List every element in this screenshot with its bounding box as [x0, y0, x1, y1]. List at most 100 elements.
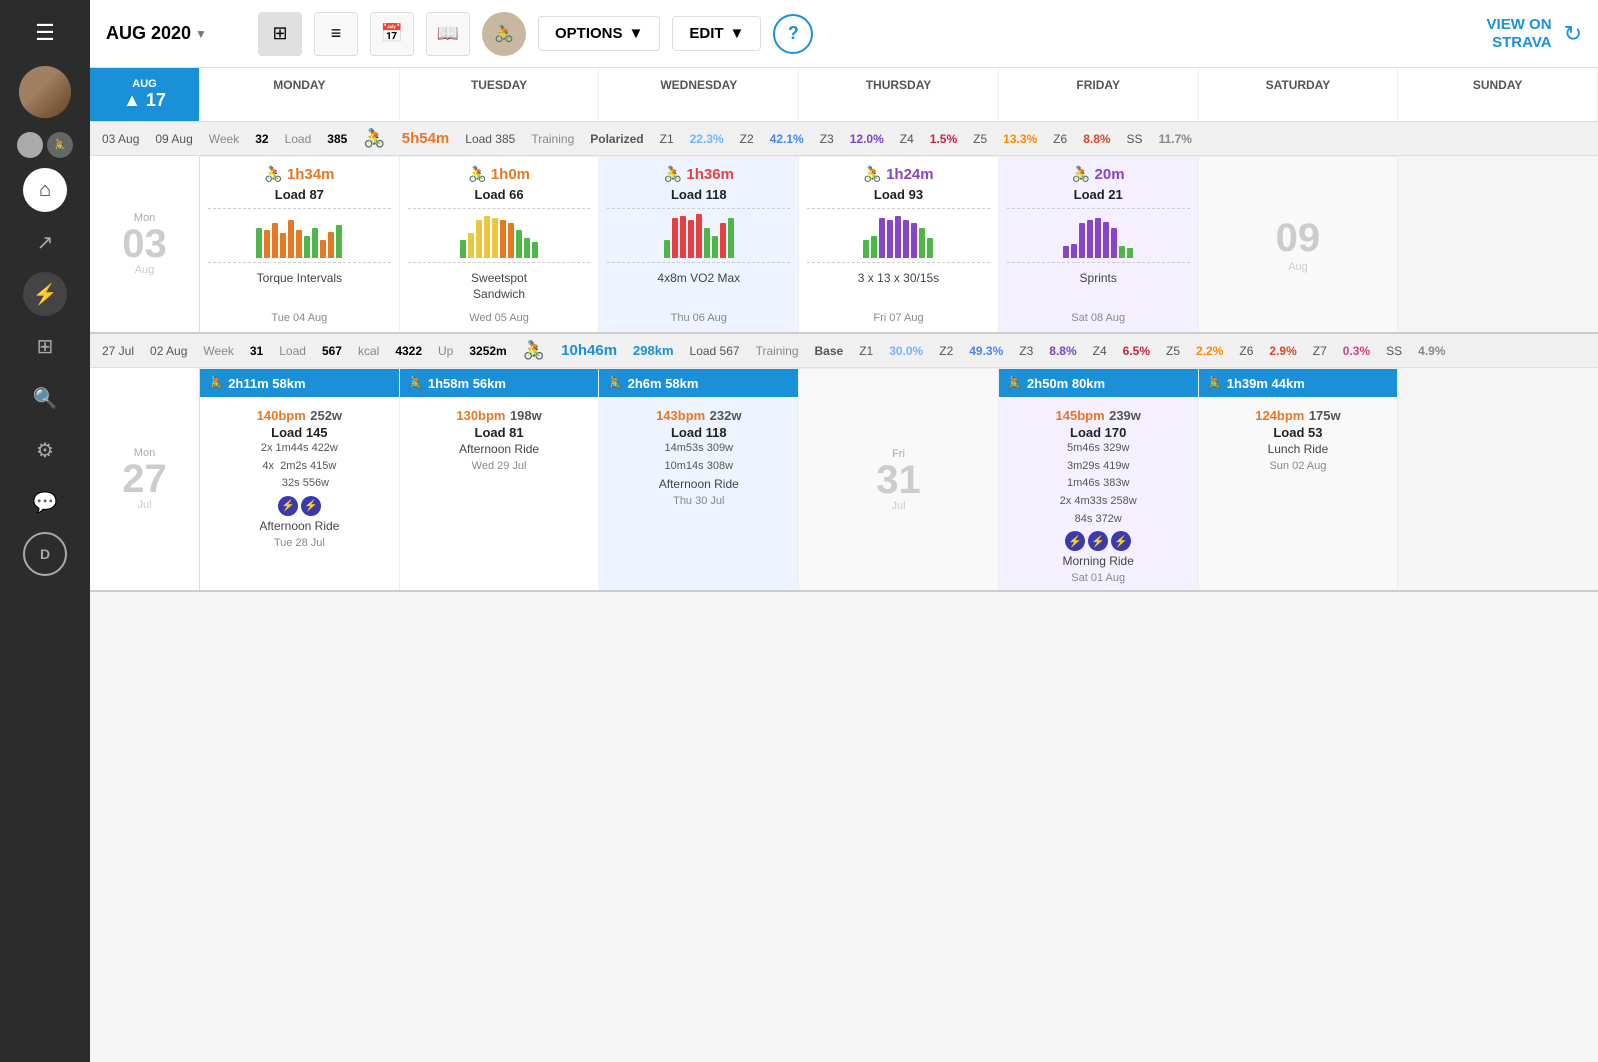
- week1-tue-time-row: 🚴 1h0m: [408, 165, 591, 183]
- bar: [532, 242, 538, 258]
- week1-thu-time-row: 🚴 1h24m: [807, 165, 990, 183]
- week2-z2-val: 49.3%: [969, 344, 1003, 358]
- week2-z6-label: Z6: [1239, 344, 1253, 358]
- week2-kcal-label: kcal: [358, 344, 379, 358]
- week2-summary-row: 27 Jul 02 Aug Week 31 Load 567 kcal 4322…: [90, 334, 1598, 368]
- week2-sun-header: 🚴 1h39m 44km: [1199, 369, 1398, 397]
- header-tuesday: TUESDAY: [400, 68, 600, 121]
- week2-wed-bike-icon: 🚴: [607, 375, 623, 391]
- week2-week-label: Week: [203, 344, 233, 358]
- week2-mon-header: 🚴 2h11m 58km: [200, 369, 399, 397]
- sidebar-item-settings[interactable]: ⚙: [23, 428, 67, 472]
- week2-monday-cell[interactable]: 🚴 2h11m 58km 140bpm 252w Load 145 2x 1m4…: [200, 368, 400, 590]
- week2-sunday-cell[interactable]: 🚴 1h39m 44km 124bpm 175w Load 53 Lunch R…: [1199, 368, 1399, 590]
- sidebar-item-trend[interactable]: ↗: [23, 220, 67, 264]
- sidebar-item-dashboard[interactable]: ⊞: [23, 324, 67, 368]
- week2-tue-load: Load 81: [408, 425, 591, 440]
- week1-thursday-cell[interactable]: 🚴 1h24m Load 93 3 x 13 x 30/15s Fri 07: [799, 156, 999, 332]
- user-avatar-primary[interactable]: [19, 66, 71, 118]
- grid-view-button[interactable]: ⊞: [258, 12, 302, 56]
- bar: [927, 238, 933, 258]
- week1-sat-date: Sat 08 Aug: [1007, 308, 1190, 324]
- aug17-cell: AUG ▲ 17: [90, 68, 200, 121]
- sidebar-item-home[interactable]: ⌂: [23, 168, 67, 212]
- week2-z3-label: Z3: [1019, 344, 1033, 358]
- week2-wednesday-cell[interactable]: 🚴 2h6m 58km 143bpm 232w Load 118 14m53s …: [599, 368, 799, 590]
- week1-week-num: 32: [255, 132, 268, 146]
- bolt-icon-2: ⚡: [301, 496, 321, 516]
- week1-tuesday-cell[interactable]: 🚴 1h0m Load 66 SweetspotSandwich: [400, 156, 600, 332]
- week2-mon-ride-name: Afternoon Ride: [208, 519, 391, 533]
- sidebar-item-messages[interactable]: 💬: [23, 480, 67, 524]
- week1-sunday-cell: 09 Aug: [1199, 156, 1399, 332]
- week1-month-name: Aug: [135, 264, 155, 276]
- week1-wednesday-cell[interactable]: 🚴 1h36m Load 118 4x8m VO2 Max Thu 06 Au: [599, 156, 799, 332]
- week2-grid: Mon 27 Jul 🚴 2h11m 58km 140bpm 252w Load…: [90, 368, 1598, 592]
- bar: [1111, 228, 1117, 258]
- bar: [500, 220, 506, 258]
- week2-date-start: 27 Jul: [102, 344, 134, 358]
- options-button[interactable]: OPTIONS ▼: [538, 16, 660, 51]
- bolt-icon-sat-2: ⚡: [1088, 531, 1108, 551]
- month-dropdown-arrow: ▼: [195, 27, 207, 41]
- bar: [712, 236, 718, 258]
- week1-ss-val: 11.7%: [1159, 132, 1192, 146]
- library-button[interactable]: 📖: [426, 12, 470, 56]
- week1-date-start: 03 Aug: [102, 132, 139, 146]
- week1-tue-load: Load 66: [408, 187, 591, 202]
- week2-z6-val: 2.9%: [1269, 344, 1296, 358]
- help-button[interactable]: ?: [773, 14, 813, 54]
- sidebar-item-search[interactable]: 🔍: [23, 376, 67, 420]
- week2-tuesday-cell[interactable]: 🚴 1h58m 56km 130bpm 198w Load 81 Afterno…: [400, 368, 600, 590]
- add-event-button[interactable]: 📅: [370, 12, 414, 56]
- week1-sun-num: 09: [1276, 216, 1321, 261]
- sidebar-item-bolt[interactable]: ⚡: [23, 272, 67, 316]
- bar: [312, 228, 318, 258]
- week1-monday-cell[interactable]: 🚴 1h34m Load 87 Torque In: [200, 156, 400, 332]
- week2-saturday-cell[interactable]: 🚴 2h50m 80km 145bpm 239w Load 170 5m46s …: [999, 368, 1199, 590]
- header-wednesday: WEDNESDAY: [599, 68, 799, 121]
- coach-avatar-button[interactable]: 🚴: [482, 12, 526, 56]
- week2-mon-bolt-group: ⚡ ⚡: [208, 496, 391, 516]
- week2-wed-details: 14m53s 309w10m14s 308w: [607, 440, 790, 475]
- week1-z6-label: Z6: [1053, 132, 1067, 146]
- week2-tue-ride-name: Afternoon Ride: [408, 442, 591, 456]
- bar: [264, 230, 270, 258]
- week1-mon-time-row: 🚴 1h34m: [208, 165, 391, 183]
- avatar-small-1[interactable]: [17, 132, 43, 158]
- bar: [919, 228, 925, 258]
- week1-tue-desc: SweetspotSandwich: [408, 271, 591, 302]
- week2-mon-details: 2x 1m44s 422w4x 2m2s 415w 32s 556w: [208, 440, 391, 493]
- bar: [688, 220, 694, 258]
- sidebar-item-disqus[interactable]: D: [23, 532, 67, 576]
- week1-tue-barchart: [408, 208, 591, 263]
- week1-sat-load: Load 21: [1007, 187, 1190, 202]
- avatar-small-2[interactable]: 🚴: [47, 132, 73, 158]
- bar: [1095, 218, 1101, 258]
- bar: [1063, 246, 1069, 258]
- strava-button[interactable]: VIEW ONSTRAVA: [1487, 16, 1552, 52]
- week2-sat-header-time: 2h50m 80km: [1027, 376, 1105, 391]
- refresh-button[interactable]: ↻: [1564, 21, 1582, 47]
- week1-training-type: Polarized: [590, 132, 643, 146]
- week2-sat-details: 5m46s 329w3m29s 419w1m46s 383w2x 4m33s 2…: [1007, 440, 1190, 528]
- week2-sun-bike-icon: 🚴: [1207, 375, 1223, 391]
- week2-date-end: 02 Aug: [150, 344, 187, 358]
- edit-button[interactable]: EDIT ▼: [672, 16, 761, 51]
- bar: [272, 223, 278, 258]
- week2-tue-watts: 198w: [510, 408, 542, 423]
- week1-tue-date: Wed 05 Aug: [408, 308, 591, 324]
- hamburger-menu-icon[interactable]: ☰: [27, 12, 63, 54]
- week1-thu-bike-icon: 🚴: [863, 165, 882, 183]
- bar: [484, 216, 490, 258]
- week2-tue-bpm: 130bpm: [456, 408, 505, 423]
- week2-ss-val: 4.9%: [1418, 344, 1445, 358]
- week1-mon-desc: Torque Intervals: [208, 271, 391, 287]
- aug-label: AUG: [132, 78, 156, 90]
- header-friday: FRIDAY: [999, 68, 1199, 121]
- list-view-button[interactable]: ≡: [314, 12, 358, 56]
- week2-sat-bpm: 145bpm: [1056, 408, 1105, 423]
- month-selector[interactable]: AUG 2020 ▼: [106, 23, 246, 44]
- header-monday: MONDAY: [200, 68, 400, 121]
- week1-saturday-cell[interactable]: 🚴 20m Load 21 Sprints Sat 08 Aug: [999, 156, 1199, 332]
